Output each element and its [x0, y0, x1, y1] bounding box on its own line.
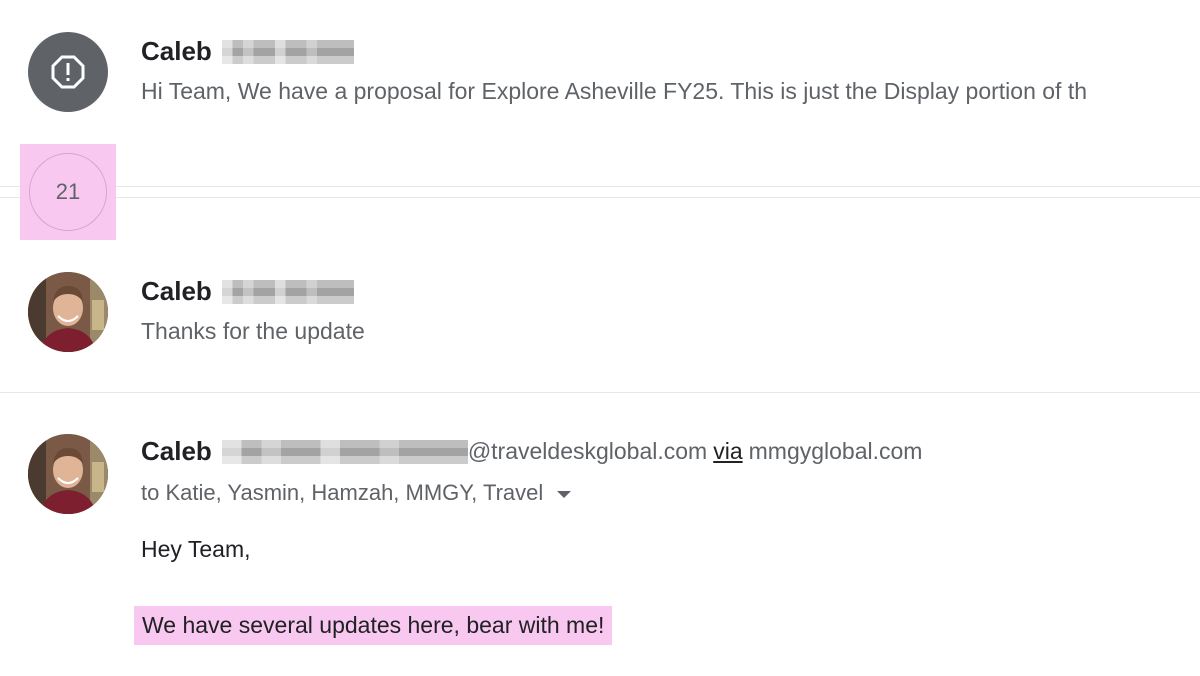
redacted-surname	[221, 39, 354, 64]
thread-divider	[0, 186, 1200, 187]
message-sender[interactable]: Caleb	[141, 36, 354, 67]
highlighted-body-line: We have several updates here, bear with …	[134, 606, 613, 645]
message-snippet[interactable]: Thanks for the update	[141, 318, 365, 345]
thread-divider	[0, 197, 1200, 198]
recipients-list: to Katie, Yasmin, Hamzah, MMGY, Travel	[141, 480, 544, 505]
recipients-line[interactable]: to Katie, Yasmin, Hamzah, MMGY, Travel	[141, 480, 572, 506]
sender-email-domain: @traveldeskglobal.com	[467, 438, 708, 464]
redacted-email-user	[221, 439, 468, 464]
message-greeting: Hey Team,	[141, 536, 251, 562]
via-link[interactable]: via	[713, 438, 742, 465]
message-sender[interactable]: Caleb	[141, 276, 354, 307]
thread-divider	[0, 392, 1200, 393]
sender-avatar[interactable]	[28, 434, 108, 514]
redacted-surname	[221, 279, 354, 304]
collapsed-messages-count[interactable]: 21	[29, 153, 107, 231]
message-snippet[interactable]: Hi Team, We have a proposal for Explore …	[141, 78, 1087, 105]
open-message-header: Caleb @traveldeskglobal.com via mmgyglob…	[141, 436, 922, 467]
collapsed-messages-highlight[interactable]: 21	[20, 144, 116, 240]
sender-name: Caleb	[141, 36, 212, 66]
avatar-photo	[28, 272, 108, 352]
avatar-photo	[28, 434, 108, 514]
sender-name[interactable]: Caleb	[141, 436, 212, 467]
sender-avatar[interactable]	[28, 272, 108, 352]
via-domain: mmgyglobal.com	[748, 438, 923, 464]
alert-octagon-icon	[51, 55, 85, 89]
sender-name: Caleb	[141, 276, 212, 306]
sender-avatar-alert[interactable]	[28, 32, 108, 112]
caret-down-icon[interactable]	[557, 490, 572, 498]
